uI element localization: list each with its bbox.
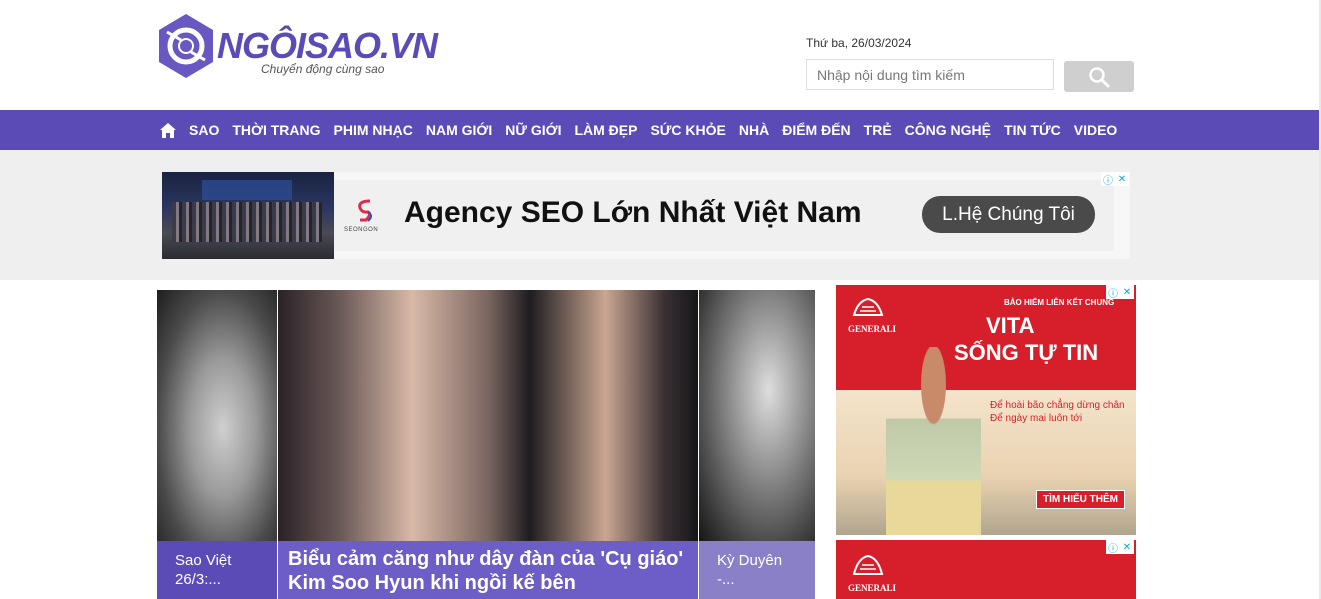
banner-ad[interactable]: SEONGON Agency SEO Lớn Nhất Việt Nam L.H… [162, 172, 1130, 259]
nav-item-nam-gioi[interactable]: NAM GIỚI [426, 122, 492, 138]
search-icon [1089, 66, 1110, 87]
nav-item-sao[interactable]: SAO [189, 122, 219, 138]
banner-brand: SEONGON [344, 227, 379, 233]
ad1-adchoices[interactable]: ⓘ ✕ [1106, 285, 1134, 300]
nav-item-suc-khoe[interactable]: SỨC KHỎE [650, 122, 725, 138]
side-ad-generali-small[interactable]: GENERALI [836, 540, 1136, 599]
seongon-logo-icon [358, 199, 372, 222]
ad1-cta-button[interactable]: TÌM HIỂU THÊM [1036, 490, 1125, 509]
ad1-subtitle-2: Để ngày mai luôn tới [990, 413, 1083, 424]
nav-item-phim-nhac[interactable]: PHIM NHẠC [334, 122, 413, 138]
nav-item-tre[interactable]: TRẺ [864, 122, 892, 138]
ad1-subtitle-1: Để hoài bão chẳng dừng chân [990, 400, 1125, 411]
adchoices-info-icon[interactable]: ⓘ [1101, 172, 1115, 187]
nav-item-video[interactable]: VIDEO [1074, 122, 1118, 138]
adchoices-info-icon[interactable]: ⓘ [1106, 540, 1120, 555]
story-right-caption[interactable]: Kỳ Duyên -... [699, 541, 815, 599]
story-main-caption[interactable]: Biểu cảm căng như dây đàn của 'Cụ giáo' … [278, 541, 698, 599]
ad1-model [886, 347, 981, 535]
site-tagline: Chuyển động cùng sao [261, 62, 385, 76]
home-icon [160, 122, 176, 138]
ad1-title-vita: VITA [986, 313, 1035, 338]
nav-home-button[interactable] [160, 122, 176, 138]
nav-item-diem-den[interactable]: ĐIỂM ĐẾN [782, 122, 850, 138]
nav-item-nha[interactable]: NHÀ [739, 122, 769, 138]
generali-brand: GENERALI [848, 583, 897, 593]
search-input[interactable] [806, 59, 1054, 90]
story-left-caption[interactable]: Sao Việt 26/3:... [157, 541, 277, 599]
banner-title: Agency SEO Lớn Nhất Việt Nam [404, 196, 862, 229]
ad2-adchoices[interactable]: ⓘ ✕ [1106, 540, 1134, 555]
logo-wordmark[interactable]: NGÔISAO.VN [217, 28, 438, 64]
search-button[interactable] [1064, 61, 1134, 92]
adchoices-info-icon[interactable]: ⓘ [1106, 285, 1120, 300]
ad1-tag: BẢO HIỂM LIÊN KẾT CHUNG [1004, 298, 1115, 307]
nav-item-thoi-trang[interactable]: THỜI TRANG [232, 122, 320, 138]
story-right-image [699, 290, 815, 541]
ad-close-icon[interactable]: ✕ [1120, 540, 1134, 554]
ad1-photo-bg [836, 390, 1136, 535]
story-card-right[interactable]: Kỳ Duyên -... [699, 290, 815, 599]
story-main-image [278, 290, 698, 541]
generali-logo-block: GENERALI [848, 295, 897, 334]
generali-logo-block: GENERALI [848, 552, 908, 596]
story-card-main[interactable]: Biểu cảm căng như dây đàn của 'Cụ giáo' … [278, 290, 698, 599]
story-left-image [157, 290, 277, 541]
generali-lion-icon [852, 554, 884, 575]
generali-brand: GENERALI [848, 324, 897, 334]
main-navigation: SAO THỜI TRANG PHIM NHẠC NAM GIỚI NỮ GIỚ… [0, 110, 1321, 150]
nav-item-cong-nghe[interactable]: CÔNG NGHỆ [905, 122, 991, 138]
logo-emblem-icon [159, 14, 213, 78]
nav-item-nu-gioi[interactable]: NỮ GIỚI [505, 122, 561, 138]
banner-ad-photo [162, 172, 334, 259]
story-card-left[interactable]: Sao Việt 26/3:... [157, 290, 277, 599]
banner-cta-button[interactable]: L.Hệ Chúng Tôi [922, 196, 1095, 233]
nav-item-tin-tuc[interactable]: TIN TỨC [1004, 122, 1061, 138]
ad-close-icon[interactable]: ✕ [1115, 172, 1129, 186]
current-date: Thứ ba, 26/03/2024 [806, 36, 912, 50]
side-ad-generali-large[interactable]: GENERALI BẢO HIỂM LIÊN KẾT CHUNG VITA SỐ… [836, 285, 1136, 535]
nav-item-lam-dep[interactable]: LÀM ĐẸP [574, 122, 637, 138]
banner-adchoices[interactable]: ⓘ ✕ [1101, 172, 1129, 187]
generali-lion-icon [852, 297, 884, 316]
ad-close-icon[interactable]: ✕ [1120, 285, 1134, 299]
